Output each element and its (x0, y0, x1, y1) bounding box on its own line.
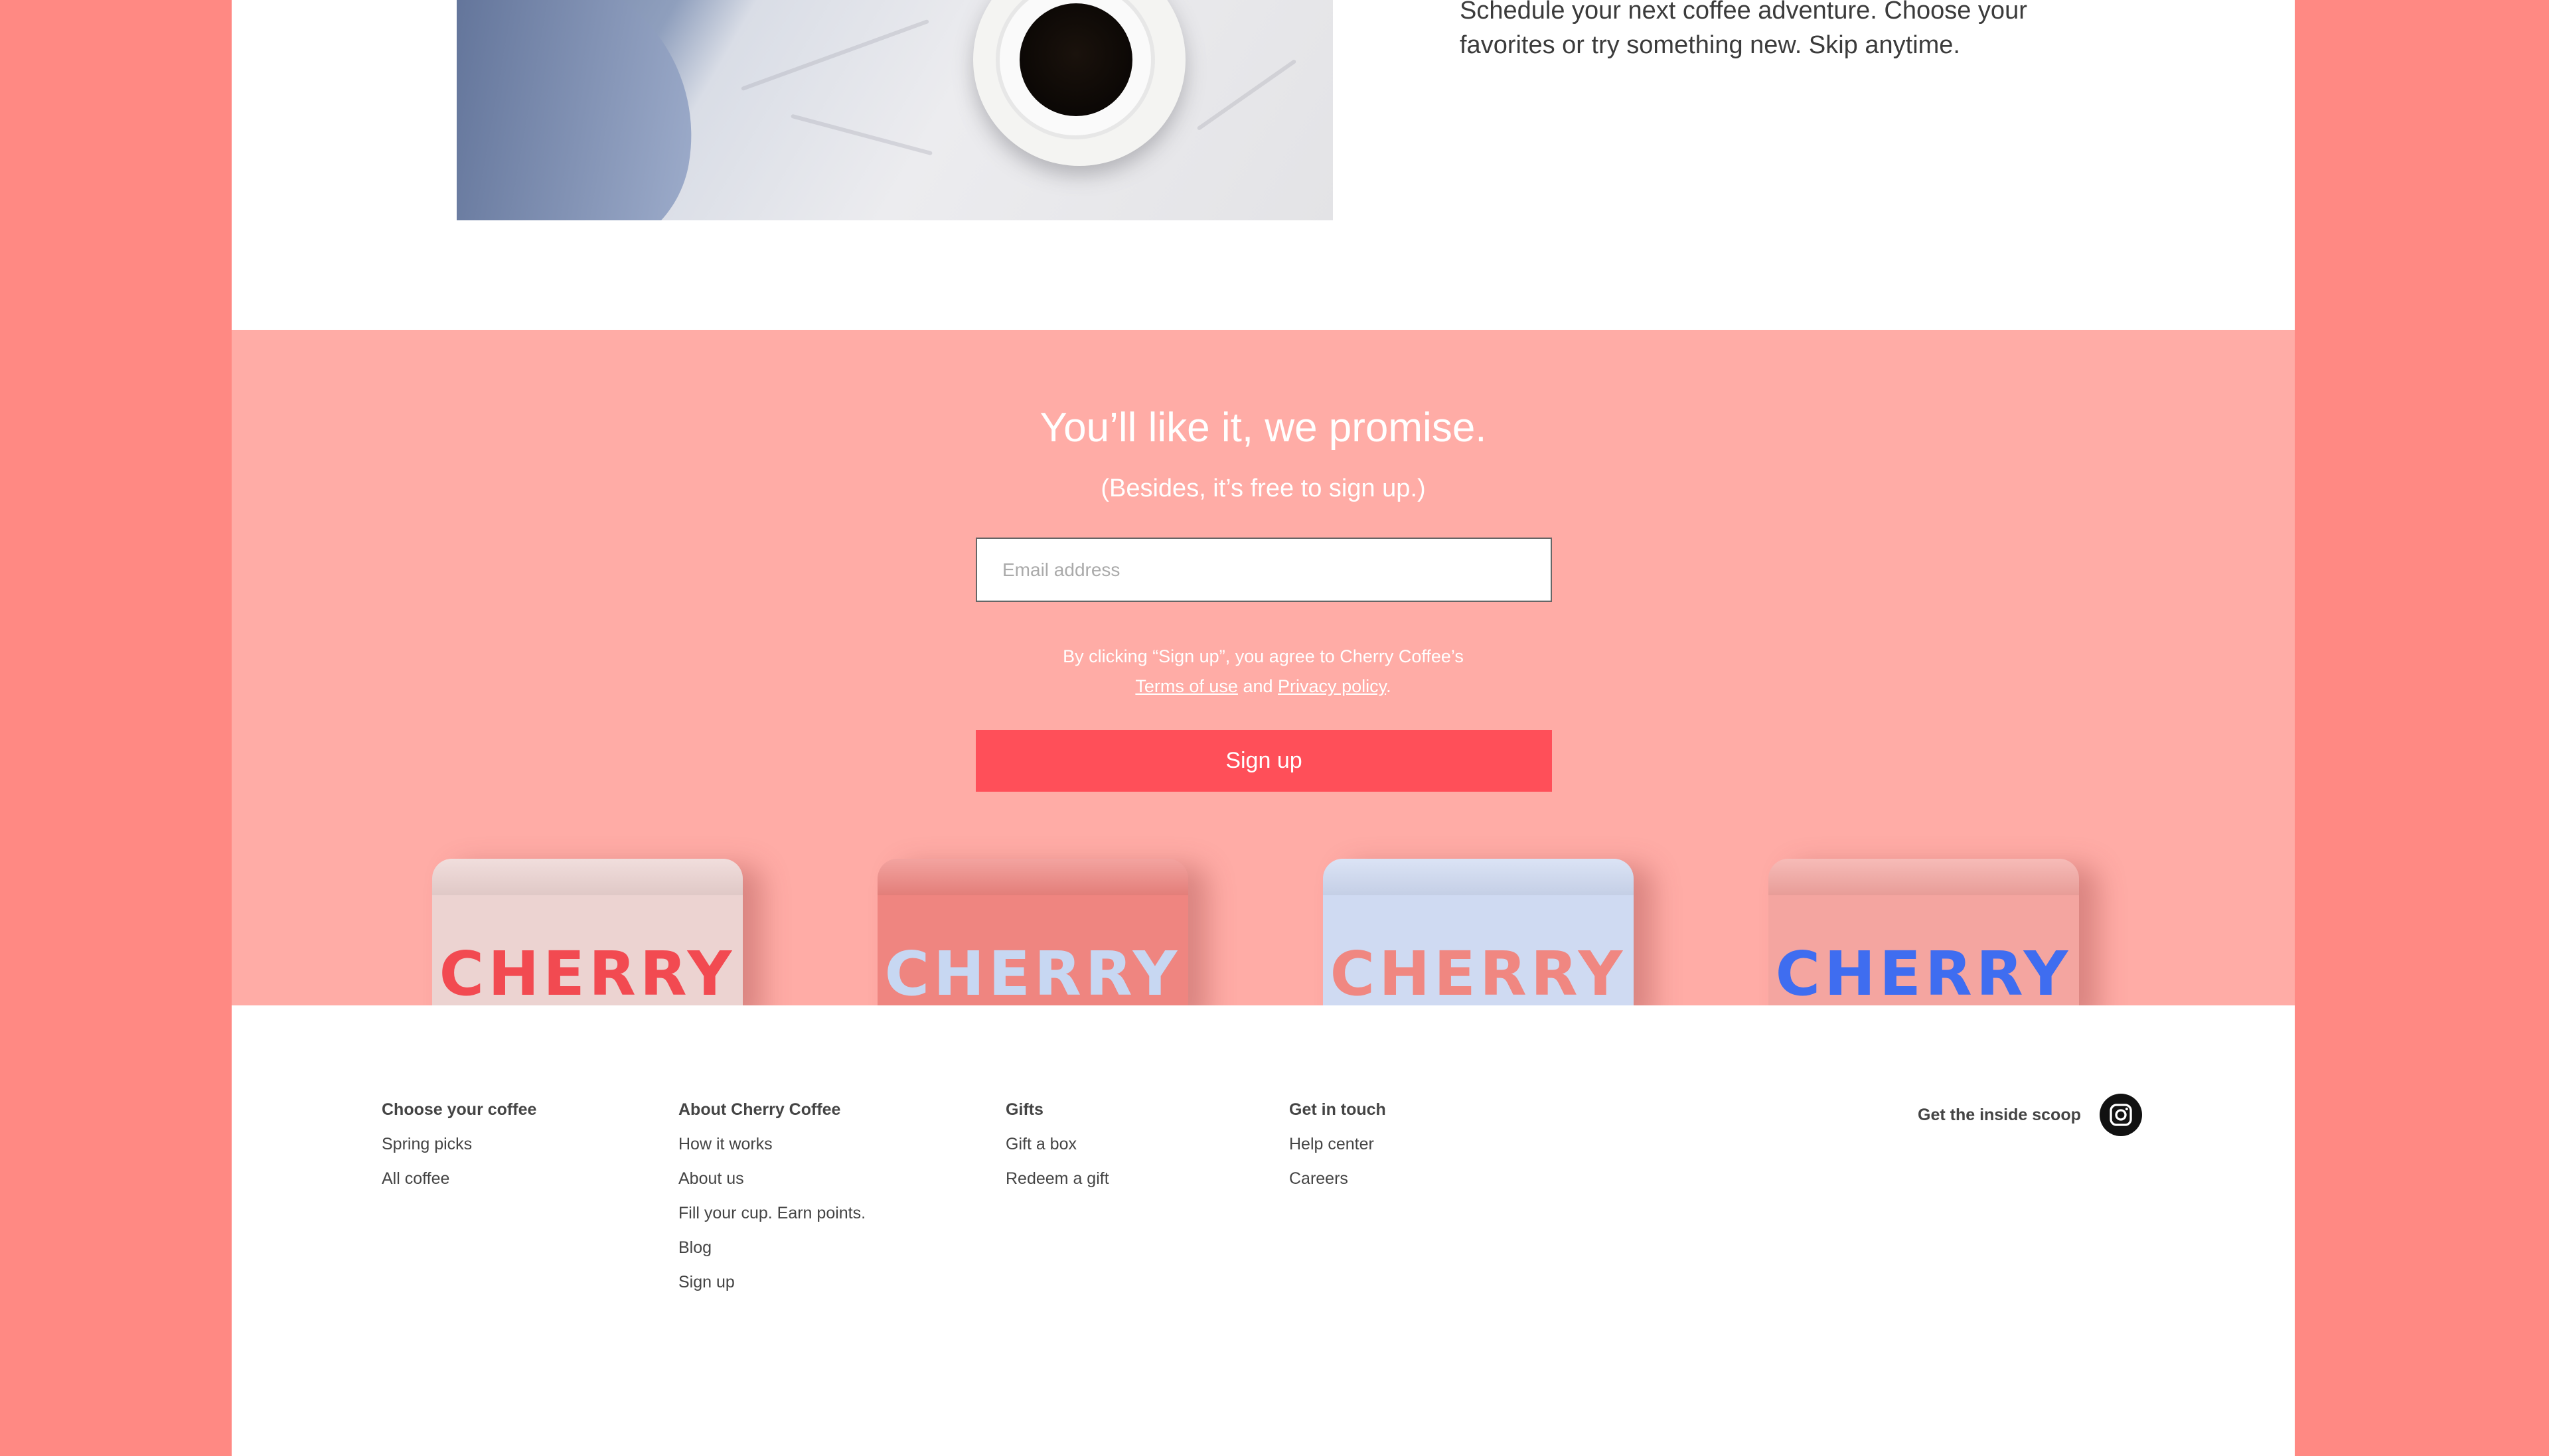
footer-link-help-center[interactable]: Help center (1289, 1136, 1386, 1153)
bag-brand-label: CHERRY (1330, 938, 1627, 1005)
bag-brand-label: CHERRY (439, 938, 736, 1005)
legal-text: By clicking “Sign up”, you agree to Cher… (232, 642, 2295, 701)
footer-column-coffee: Choose your coffee Spring picks All coff… (382, 1100, 536, 1205)
footer-link-earn-points[interactable]: Fill your cup. Earn points. (678, 1205, 866, 1222)
legal-suffix: . (1386, 676, 1391, 696)
sign-up-button[interactable]: Sign up (976, 730, 1552, 792)
footer-heading: About Cherry Coffee (678, 1100, 841, 1119)
bag-brand-label: CHERRY (884, 938, 1182, 1005)
coffee-bag: CHERRY (878, 859, 1188, 1005)
signup-title: You’ll like it, we promise. (1040, 405, 1487, 451)
coffee-bed-photo (457, 0, 1333, 220)
photo-fold (1196, 58, 1297, 131)
footer-link-careers[interactable]: Careers (1289, 1171, 1386, 1187)
photo-fold (741, 19, 929, 92)
footer-link-spring-picks[interactable]: Spring picks (382, 1136, 536, 1153)
page-container: Schedule your next coffee adventure. Cho… (232, 0, 2295, 1456)
footer-column-about: About Cherry Coffee How it works About u… (678, 1100, 866, 1309)
coffee-bag: CHERRY (1323, 859, 1634, 1005)
signup-subtitle: (Besides, it’s free to sign up.) (1101, 474, 1426, 502)
bag-seal (432, 859, 743, 895)
legal-and: and (1243, 676, 1273, 696)
footer-column-contact: Get in touch Help center Careers (1289, 1100, 1386, 1205)
footer-link-redeem-gift[interactable]: Redeem a gift (1006, 1171, 1109, 1187)
footer-link-sign-up[interactable]: Sign up (678, 1274, 866, 1291)
intro-text: Schedule your next coffee adventure. Cho… (1460, 0, 2027, 59)
instagram-icon[interactable] (2099, 1094, 2142, 1136)
email-field[interactable] (976, 538, 1552, 602)
footer-link-gift-a-box[interactable]: Gift a box (1006, 1136, 1109, 1153)
bag-seal (1323, 859, 1634, 895)
terms-link[interactable]: Terms of use (1135, 676, 1238, 696)
privacy-link[interactable]: Privacy policy (1278, 676, 1386, 696)
signup-section: You’ll like it, we promise. (Besides, it… (232, 330, 2295, 1005)
footer-heading: Choose your coffee (382, 1100, 537, 1119)
coffee-bag: CHERRY (432, 859, 743, 1005)
footer-heading: Gifts (1006, 1100, 1043, 1119)
footer-link-about-us[interactable]: About us (678, 1171, 866, 1187)
photo-fold (790, 113, 933, 156)
social-label: Get the inside scoop (1918, 1105, 2081, 1124)
footer-column-gifts: Gifts Gift a box Redeem a gift (1006, 1100, 1109, 1205)
bag-brand-label: CHERRY (1775, 938, 2072, 1005)
bag-seal (1768, 859, 2079, 895)
bag-seal (878, 859, 1188, 895)
photo-sleeve (457, 0, 718, 220)
instagram-glyph (2110, 1104, 2132, 1126)
photo-coffee (1020, 3, 1132, 116)
legal-prefix: By clicking “Sign up”, you agree to Cher… (1063, 646, 1464, 666)
footer-link-how-it-works[interactable]: How it works (678, 1136, 866, 1153)
footer-heading: Get in touch (1289, 1100, 1386, 1119)
footer-link-all-coffee[interactable]: All coffee (382, 1171, 536, 1187)
coffee-bag: CHERRY (1768, 859, 2079, 1005)
footer-link-blog[interactable]: Blog (678, 1240, 866, 1256)
social-block: Get the inside scoop (1918, 1094, 2142, 1136)
